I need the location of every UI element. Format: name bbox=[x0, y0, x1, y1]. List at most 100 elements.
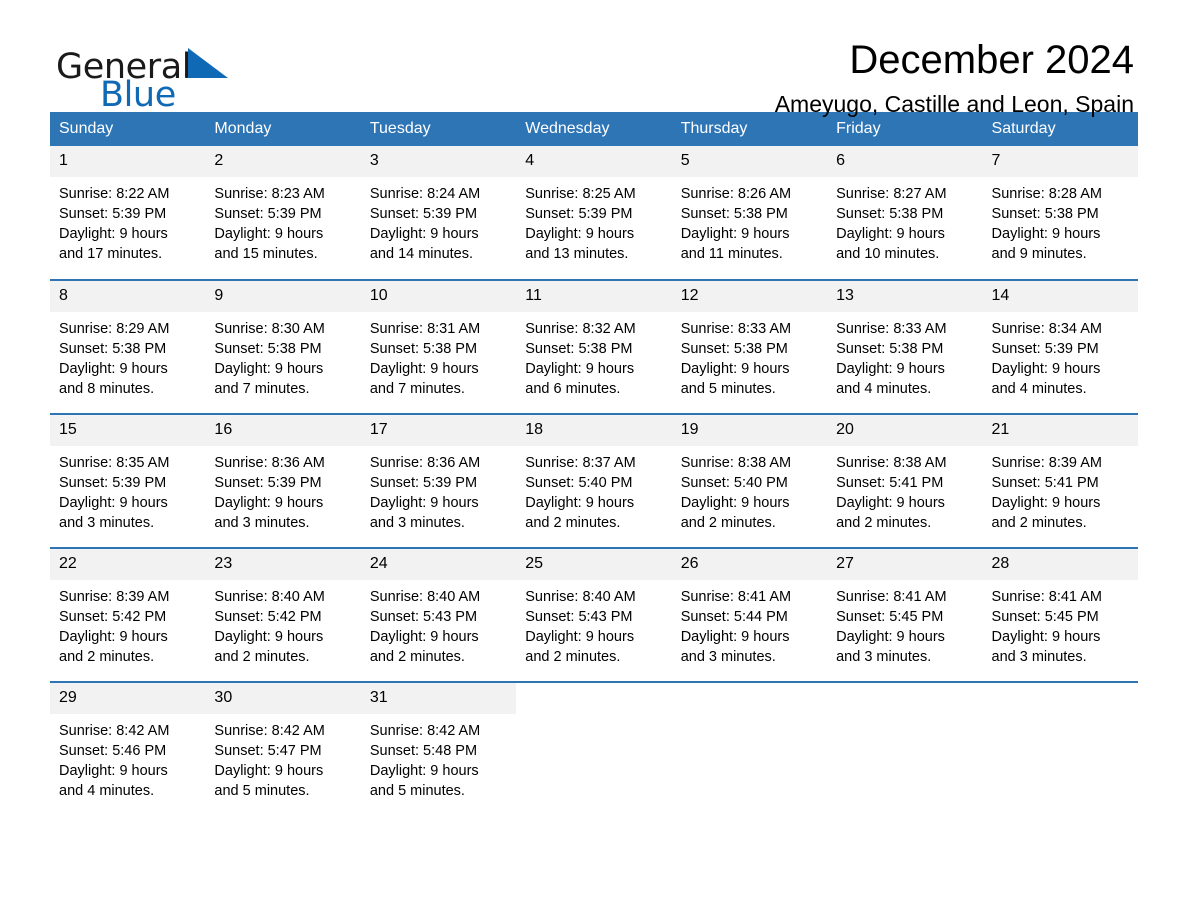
calendar-week-row: 1 Sunrise: 8:22 AM Sunset: 5:39 PM Daylight… bbox=[50, 146, 1138, 280]
daylight-text-line1: Daylight: 9 hours bbox=[369, 629, 479, 646]
day-cell[interactable]: 14 Sunrise: 8:34 AM Sunset: 5:39 PM Dayligh… bbox=[982, 279, 1138, 415]
daylight-text-line2: and 2 minutes. bbox=[59, 649, 155, 666]
daylight-text-line1: Daylight: 9 hours bbox=[59, 629, 168, 646]
daylight-text-line1: Daylight: 9 hours bbox=[991, 226, 1101, 243]
calendar-week-row: 15 Sunrise: 8:35 AM Sunset: 5:39 PM Dayligh… bbox=[50, 413, 1138, 549]
day-cell[interactable]: 13 Sunrise: 8:33 AM Sunset: 5:38 PM Dayligh… bbox=[827, 279, 983, 415]
daylight-text-line2: and 3 minutes. bbox=[836, 649, 932, 666]
day-cell[interactable]: 8 Sunrise: 8:29 AM Sunset: 5:38 PM Daylight… bbox=[50, 279, 206, 415]
day-cell[interactable]: 21 Sunrise: 8:39 AM Sunset: 5:41 PM Dayligh… bbox=[982, 413, 1138, 549]
day-cell[interactable]: 2 Sunrise: 8:23 AM Sunset: 5:39 PM Daylight… bbox=[205, 146, 361, 280]
sunrise-text: Sunrise: 8:27 AM bbox=[836, 186, 947, 203]
day-cell[interactable]: 27 Sunrise: 8:41 AM Sunset: 5:45 PM Dayligh… bbox=[827, 547, 983, 683]
daylight-text-line1: Daylight: 9 hours bbox=[836, 361, 945, 378]
day-cell[interactable]: 26 Sunrise: 8:41 AM Sunset: 5:44 PM Dayligh… bbox=[671, 547, 828, 683]
sunrise-text: Sunrise: 8:35 AM bbox=[59, 455, 170, 472]
sunrise-text: Sunrise: 8:30 AM bbox=[214, 321, 325, 338]
day-number: 25 bbox=[516, 549, 672, 581]
day-cell[interactable]: 1 Sunrise: 8:22 AM Sunset: 5:39 PM Daylight… bbox=[50, 146, 206, 280]
day-number: 1 bbox=[50, 146, 206, 178]
daylight-text-line2: and 15 minutes. bbox=[214, 246, 318, 263]
day-cell[interactable]: 18 Sunrise: 8:37 AM Sunset: 5:40 PM Dayligh… bbox=[516, 413, 672, 549]
sunset-text: Sunset: 5:45 PM bbox=[991, 609, 1099, 626]
daylight-text-line1: Daylight: 9 hours bbox=[369, 763, 479, 780]
day-cell[interactable]: 24 Sunrise: 8:40 AM Sunset: 5:43 PM Dayligh… bbox=[360, 547, 517, 683]
sunrise-text: Sunrise: 8:22 AM bbox=[59, 186, 170, 203]
daylight-text-line1: Daylight: 9 hours bbox=[59, 226, 168, 243]
daylight-text-line1: Daylight: 9 hours bbox=[836, 629, 945, 646]
sunset-text: Sunset: 5:38 PM bbox=[214, 341, 322, 358]
calendar-week-row: 8 Sunrise: 8:29 AM Sunset: 5:38 PM Daylight… bbox=[50, 279, 1138, 415]
day-cell[interactable]: 16 Sunrise: 8:36 AM Sunset: 5:39 PM Dayligh… bbox=[205, 413, 361, 549]
daylight-text-line1: Daylight: 9 hours bbox=[214, 629, 324, 646]
day-cell[interactable]: 28 Sunrise: 8:41 AM Sunset: 5:45 PM Dayligh… bbox=[982, 547, 1138, 683]
daylight-text-line1: Daylight: 9 hours bbox=[214, 361, 324, 378]
day-number: 10 bbox=[360, 281, 517, 313]
day-cell[interactable]: 7 Sunrise: 8:28 AM Sunset: 5:38 PM Daylight… bbox=[982, 146, 1138, 280]
day-cell[interactable]: 10 Sunrise: 8:31 AM Sunset: 5:38 PM Dayligh… bbox=[360, 279, 517, 415]
day-cell[interactable]: 9 Sunrise: 8:30 AM Sunset: 5:38 PM Daylight… bbox=[205, 279, 361, 415]
day-cell[interactable]: 31 Sunrise: 8:42 AM Sunset: 5:48 PM Dayligh… bbox=[360, 681, 517, 817]
sunset-text: Sunset: 5:42 PM bbox=[214, 609, 322, 626]
sunset-text: Sunset: 5:46 PM bbox=[59, 743, 167, 760]
daylight-text-line1: Daylight: 9 hours bbox=[525, 226, 635, 243]
day-cell[interactable]: 15 Sunrise: 8:35 AM Sunset: 5:39 PM Dayligh… bbox=[50, 413, 206, 549]
daylight-text-line2: and 6 minutes. bbox=[525, 381, 621, 398]
day-cell[interactable]: 17 Sunrise: 8:36 AM Sunset: 5:39 PM Dayligh… bbox=[360, 413, 517, 549]
sunrise-text: Sunrise: 8:41 AM bbox=[991, 589, 1102, 606]
day-cell[interactable]: 19 Sunrise: 8:38 AM Sunset: 5:40 PM Dayligh… bbox=[671, 413, 828, 549]
daylight-text-line2: and 3 minutes. bbox=[214, 515, 310, 532]
day-number: 6 bbox=[827, 146, 983, 178]
calendar-page: General Blue December 2024 Ameyugo, Cast… bbox=[0, 0, 1188, 918]
day-cell[interactable]: 11 Sunrise: 8:32 AM Sunset: 5:38 PM Dayligh… bbox=[516, 279, 672, 415]
day-number: 18 bbox=[516, 415, 672, 447]
daylight-text-line1: Daylight: 9 hours bbox=[59, 361, 168, 378]
day-cell[interactable]: 22 Sunrise: 8:39 AM Sunset: 5:42 PM Dayligh… bbox=[50, 547, 206, 683]
day-cell[interactable]: 20 Sunrise: 8:38 AM Sunset: 5:41 PM Dayligh… bbox=[827, 413, 983, 549]
page-subtitle: Ameyugo, Castille and Leon, Spain bbox=[774, 90, 1134, 117]
calendar-body: 1 Sunrise: 8:22 AM Sunset: 5:39 PM Daylight… bbox=[50, 146, 1138, 817]
day-cell[interactable]: 5 Sunrise: 8:26 AM Sunset: 5:38 PM Daylight… bbox=[671, 146, 828, 280]
daylight-text-line1: Daylight: 9 hours bbox=[836, 495, 945, 512]
daylight-text-line2: and 3 minutes. bbox=[59, 515, 155, 532]
daylight-text-line1: Daylight: 9 hours bbox=[836, 226, 945, 243]
sunrise-text: Sunrise: 8:23 AM bbox=[214, 186, 325, 203]
sunset-text: Sunset: 5:38 PM bbox=[680, 206, 788, 223]
day-number: 2 bbox=[205, 146, 361, 178]
day-cell[interactable]: 30 Sunrise: 8:42 AM Sunset: 5:47 PM Dayligh… bbox=[205, 681, 361, 817]
day-cell[interactable]: 23 Sunrise: 8:40 AM Sunset: 5:42 PM Dayligh… bbox=[205, 547, 361, 683]
daylight-text-line1: Daylight: 9 hours bbox=[214, 226, 324, 243]
day-info: Sunrise: 8:39 AM Sunset: 5:41 PM Daylight:… bbox=[983, 446, 1138, 533]
day-number: 24 bbox=[360, 549, 517, 581]
day-cell[interactable]: 12 Sunrise: 8:33 AM Sunset: 5:38 PM Dayligh… bbox=[671, 279, 828, 415]
general-blue-logo[interactable]: General Blue bbox=[56, 46, 356, 116]
sunset-text: Sunset: 5:43 PM bbox=[525, 609, 633, 626]
day-number: 31 bbox=[360, 683, 517, 715]
daylight-text-line1: Daylight: 9 hours bbox=[59, 763, 168, 780]
sunrise-text: Sunrise: 8:36 AM bbox=[369, 455, 481, 472]
day-cell[interactable]: 6 Sunrise: 8:27 AM Sunset: 5:38 PM Daylight… bbox=[827, 146, 983, 280]
daylight-text-line1: Daylight: 9 hours bbox=[991, 495, 1101, 512]
sunrise-text: Sunrise: 8:28 AM bbox=[991, 186, 1102, 203]
day-cell[interactable]: 25 Sunrise: 8:40 AM Sunset: 5:43 PM Dayligh… bbox=[516, 547, 672, 683]
sunrise-text: Sunrise: 8:39 AM bbox=[59, 589, 170, 606]
sunset-text: Sunset: 5:41 PM bbox=[991, 475, 1099, 492]
sunset-text: Sunset: 5:38 PM bbox=[369, 341, 478, 358]
daylight-text-line2: and 10 minutes. bbox=[836, 246, 940, 263]
sunrise-text: Sunrise: 8:38 AM bbox=[680, 455, 792, 472]
daylight-text-line1: Daylight: 9 hours bbox=[214, 763, 324, 780]
sunrise-text: Sunrise: 8:39 AM bbox=[991, 455, 1102, 472]
empty-day-cell bbox=[982, 681, 1138, 817]
day-cell[interactable]: 3 Sunrise: 8:24 AM Sunset: 5:39 PM Daylight… bbox=[360, 146, 517, 280]
day-info: Sunrise: 8:23 AM Sunset: 5:39 PM Daylight:… bbox=[205, 177, 360, 264]
day-cell[interactable]: 4 Sunrise: 8:25 AM Sunset: 5:39 PM Daylight… bbox=[516, 146, 672, 280]
day-number: 11 bbox=[516, 281, 672, 313]
sunrise-text: Sunrise: 8:41 AM bbox=[836, 589, 947, 606]
title-block: December 2024 Ameyugo, Castille and Leon… bbox=[775, 38, 1134, 117]
day-info: Sunrise: 8:38 AM Sunset: 5:41 PM Daylight:… bbox=[827, 446, 982, 533]
sunset-text: Sunset: 5:45 PM bbox=[836, 609, 944, 626]
day-number: 20 bbox=[827, 415, 983, 447]
day-info: Sunrise: 8:32 AM Sunset: 5:38 PM Daylight:… bbox=[516, 312, 671, 399]
sunrise-text: Sunrise: 8:33 AM bbox=[680, 321, 792, 338]
day-cell[interactable]: 29 Sunrise: 8:42 AM Sunset: 5:46 PM Dayligh… bbox=[50, 681, 206, 817]
